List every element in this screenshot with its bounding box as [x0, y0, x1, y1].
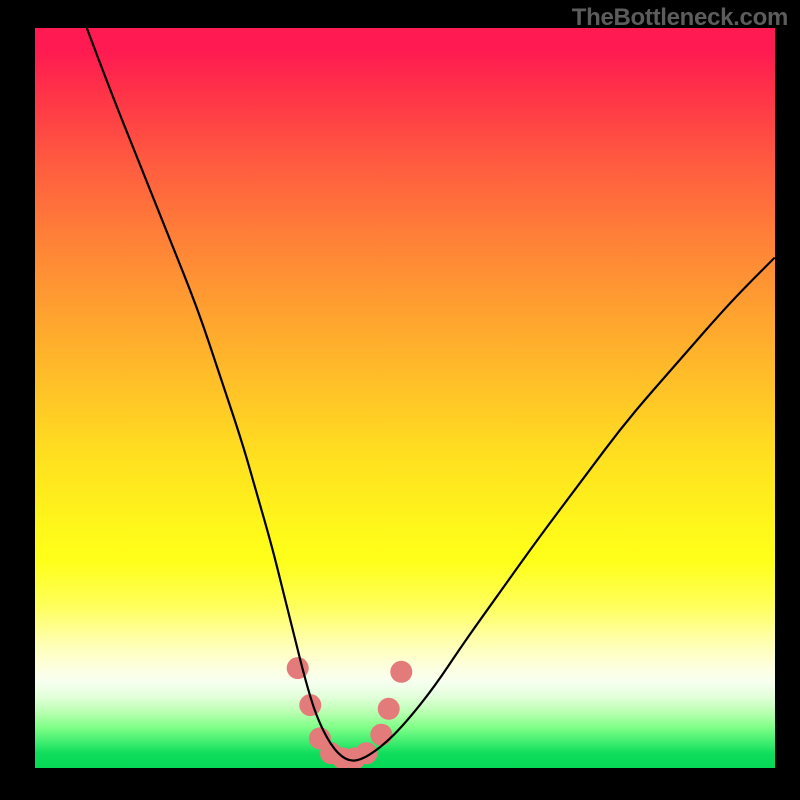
marker-dot — [356, 742, 378, 764]
marker-dot — [390, 661, 412, 683]
bottleneck-curve-path — [87, 28, 775, 761]
chart-svg — [35, 28, 775, 768]
chart-frame: TheBottleneck.com — [0, 0, 800, 800]
marker-band-group — [287, 657, 413, 768]
marker-dot — [378, 698, 400, 720]
marker-dot — [370, 724, 392, 746]
plot-area — [35, 28, 775, 768]
watermark-text: TheBottleneck.com — [572, 4, 788, 32]
